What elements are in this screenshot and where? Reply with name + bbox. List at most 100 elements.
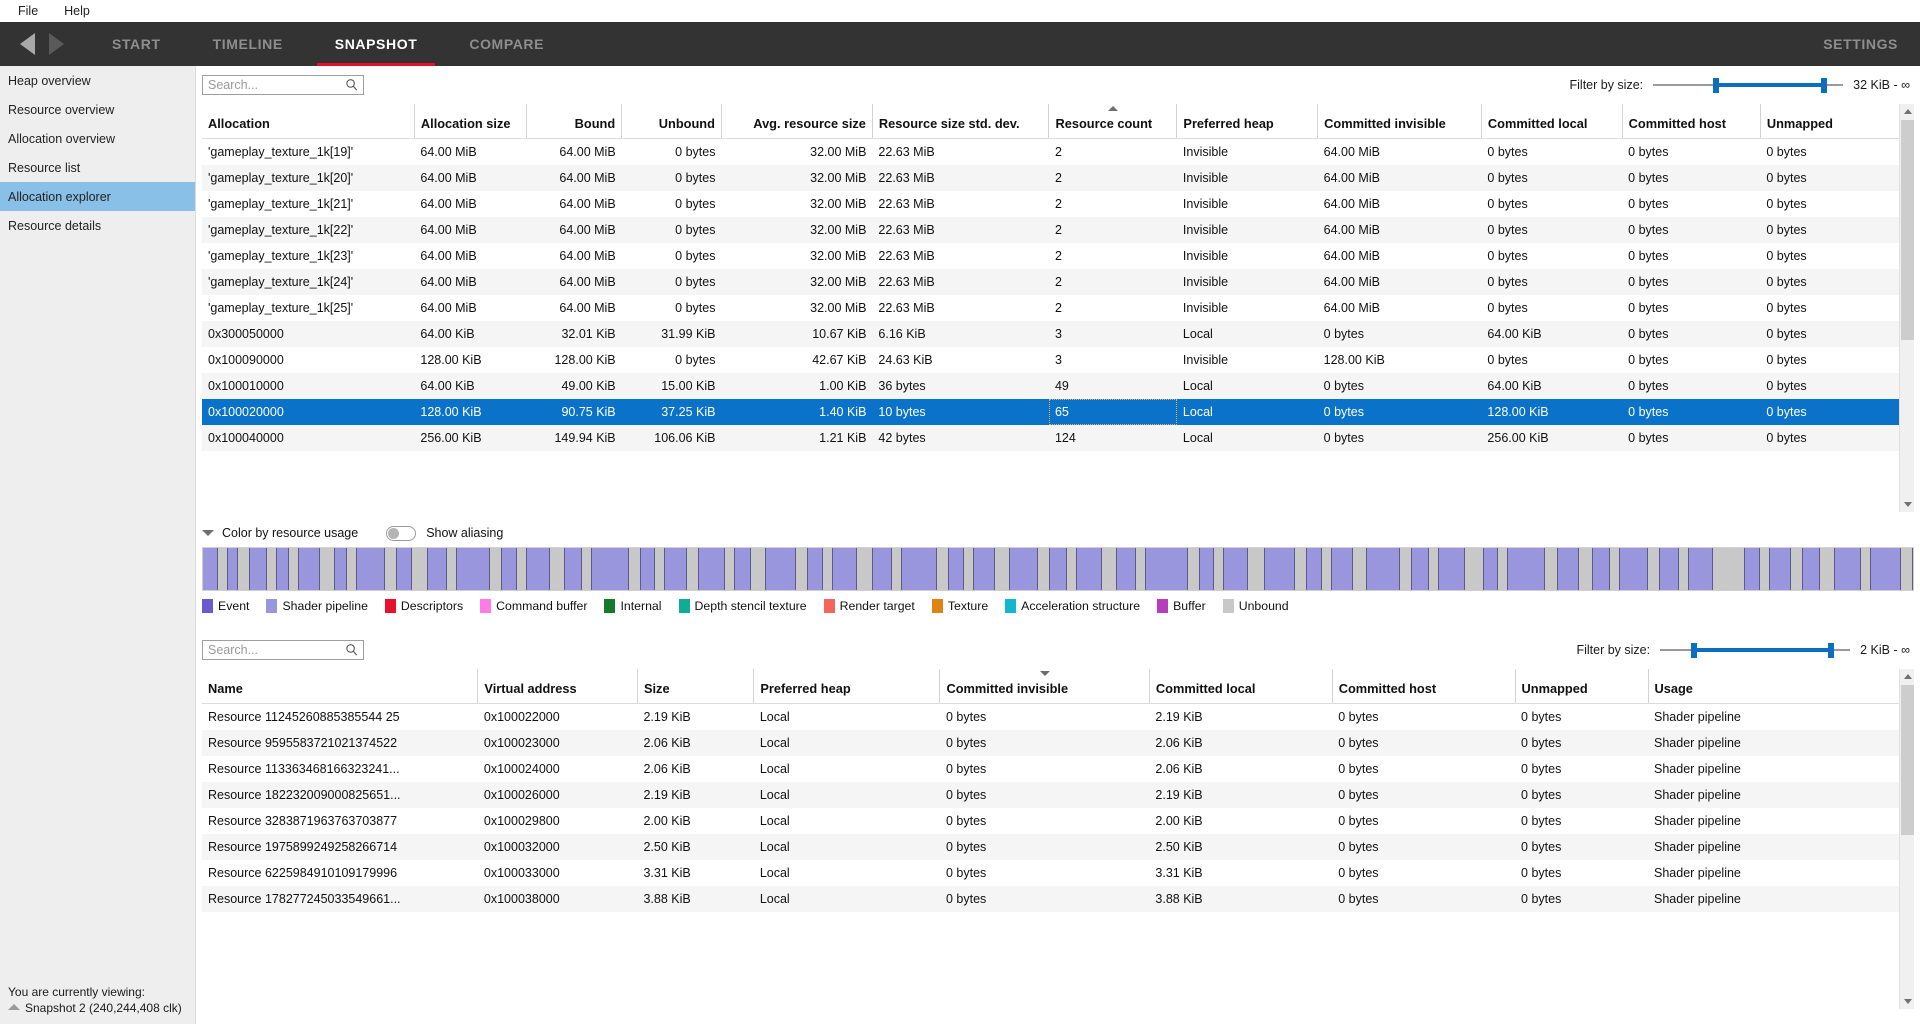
table-cell[interactable]: 2.19 KiB — [1149, 782, 1332, 808]
slider-knob-max[interactable] — [1821, 78, 1827, 93]
table-row[interactable]: 'gameplay_texture_1k[25]'64.00 MiB64.00 … — [202, 295, 1914, 321]
table-cell[interactable]: 0 bytes — [940, 756, 1149, 782]
memory-block[interactable] — [335, 548, 347, 590]
memory-block[interactable] — [974, 548, 995, 590]
table-row[interactable]: Resource 19758992492582667140x1000320002… — [202, 834, 1914, 860]
sidebar-item-resource-list[interactable]: Resource list — [0, 153, 195, 182]
memory-block[interactable] — [1322, 548, 1332, 590]
legend-entry[interactable]: Render target — [824, 599, 915, 613]
memory-block[interactable] — [1901, 548, 1913, 590]
column-header-resource-size-std-dev[interactable]: Resource size std. dev. — [872, 104, 1049, 138]
table-cell[interactable]: 0 bytes — [622, 217, 722, 243]
column-header-committed-local[interactable]: Committed local — [1481, 104, 1622, 138]
resource-search-box[interactable] — [202, 640, 364, 660]
table-cell[interactable]: 15.00 KiB — [622, 373, 722, 399]
table-cell[interactable]: 0 bytes — [1622, 399, 1760, 425]
table-cell[interactable]: 0 bytes — [1760, 243, 1914, 269]
table-row[interactable]: 'gameplay_texture_1k[24]'64.00 MiB64.00 … — [202, 269, 1914, 295]
memory-block[interactable] — [299, 548, 320, 590]
allocation-search-input[interactable] — [203, 76, 363, 94]
table-cell[interactable]: 32.00 MiB — [721, 243, 872, 269]
table-cell[interactable]: 3.88 KiB — [1149, 886, 1332, 912]
memory-block[interactable] — [592, 548, 629, 590]
sidebar-item-allocation-explorer[interactable]: Allocation explorer — [0, 182, 195, 211]
table-cell[interactable]: 0 bytes — [1760, 269, 1914, 295]
memory-block[interactable] — [1200, 548, 1215, 590]
table-cell[interactable]: 32.01 KiB — [527, 321, 622, 347]
table-cell[interactable]: 0 bytes — [1515, 860, 1648, 886]
table-cell[interactable]: 0 bytes — [1760, 295, 1914, 321]
table-cell[interactable]: 1.21 KiB — [721, 425, 872, 451]
table-cell[interactable]: 0 bytes — [1760, 425, 1914, 451]
table-cell[interactable]: 0 bytes — [1622, 243, 1760, 269]
table-cell[interactable]: 2 — [1049, 269, 1177, 295]
table-cell[interactable]: 0 bytes — [1622, 138, 1760, 165]
table-cell[interactable]: 0 bytes — [940, 808, 1149, 834]
memory-block[interactable] — [1146, 548, 1188, 590]
memory-block[interactable] — [1077, 548, 1103, 590]
memory-block[interactable] — [1760, 548, 1770, 590]
menu-help[interactable]: Help — [54, 2, 100, 20]
tab-snapshot[interactable]: SNAPSHOT — [309, 22, 444, 66]
table-row[interactable]: 0x30005000064.00 KiB32.01 KiB31.99 KiB10… — [202, 321, 1914, 347]
table-cell[interactable]: 64.00 MiB — [1318, 269, 1482, 295]
table-cell[interactable]: 64.00 KiB — [414, 373, 527, 399]
table-cell[interactable]: Local — [1177, 425, 1318, 451]
memory-block[interactable] — [949, 548, 964, 590]
memory-block[interactable] — [1558, 548, 1579, 590]
memory-block[interactable] — [1660, 548, 1679, 590]
memory-block[interactable] — [1508, 548, 1545, 590]
resource-search-input[interactable] — [203, 641, 363, 659]
table-cell[interactable]: Invisible — [1177, 191, 1318, 217]
table-cell[interactable]: 64.00 MiB — [1318, 165, 1482, 191]
table-cell[interactable]: 0x100038000 — [478, 886, 638, 912]
table-cell[interactable]: 0x100024000 — [478, 756, 638, 782]
legend-entry[interactable]: Descriptors — [385, 599, 463, 613]
table-cell[interactable]: 2 — [1049, 243, 1177, 269]
memory-block[interactable] — [1010, 548, 1038, 590]
memory-block[interactable] — [629, 548, 641, 590]
column-header-committed-invisible[interactable]: Committed invisible — [1318, 104, 1482, 138]
table-cell[interactable]: 0 bytes — [1622, 191, 1760, 217]
column-header-preferred-heap[interactable]: Preferred heap — [1177, 104, 1318, 138]
table-row[interactable]: 0x10001000064.00 KiB49.00 KiB15.00 KiB1.… — [202, 373, 1914, 399]
memory-block[interactable] — [428, 548, 447, 590]
table-cell[interactable]: 128.00 KiB — [1481, 399, 1622, 425]
table-cell[interactable]: 3.88 KiB — [637, 886, 753, 912]
memory-block[interactable] — [1353, 548, 1368, 590]
table-cell[interactable]: 0 bytes — [622, 165, 722, 191]
settings-button[interactable]: SETTINGS — [1823, 36, 1898, 52]
table-cell[interactable]: 42.67 KiB — [721, 347, 872, 373]
table-cell[interactable]: Shader pipeline — [1648, 886, 1914, 912]
table-cell[interactable]: 'gameplay_texture_1k[25]' — [202, 295, 414, 321]
memory-block[interactable] — [1248, 548, 1265, 590]
memory-block[interactable] — [1117, 548, 1136, 590]
table-cell[interactable]: Shader pipeline — [1648, 782, 1914, 808]
tab-compare[interactable]: COMPARE — [443, 22, 570, 66]
table-cell[interactable]: 0 bytes — [1515, 886, 1648, 912]
scrollbar-thumb[interactable] — [1901, 120, 1914, 340]
table-cell[interactable]: 64.00 MiB — [414, 138, 527, 165]
memory-block[interactable] — [1265, 548, 1295, 590]
memory-block[interactable] — [1307, 548, 1322, 590]
top-size-range-slider[interactable] — [1653, 77, 1843, 93]
table-cell[interactable]: 0 bytes — [1622, 321, 1760, 347]
table-cell[interactable]: Shader pipeline — [1648, 860, 1914, 886]
table-cell[interactable]: 42 bytes — [872, 425, 1049, 451]
table-cell[interactable]: 256.00 KiB — [414, 425, 527, 451]
memory-block[interactable] — [808, 548, 823, 590]
table-cell[interactable]: Local — [754, 834, 940, 860]
table-cell[interactable]: 64.00 KiB — [1481, 321, 1622, 347]
table-cell[interactable]: 2 — [1049, 165, 1177, 191]
table-cell[interactable]: 128.00 KiB — [414, 347, 527, 373]
table-cell[interactable]: 0 bytes — [622, 347, 722, 373]
table-cell[interactable]: 0 bytes — [1622, 217, 1760, 243]
table-cell[interactable]: 32.00 MiB — [721, 138, 872, 165]
table-cell[interactable]: Resource 178277245033549661... — [202, 886, 478, 912]
memory-block[interactable] — [1803, 548, 1820, 590]
table-row[interactable]: 'gameplay_texture_1k[20]'64.00 MiB64.00 … — [202, 165, 1914, 191]
table-cell[interactable]: 32.00 MiB — [721, 217, 872, 243]
table-row[interactable]: Resource 32838719637637038770x1000298002… — [202, 808, 1914, 834]
table-cell[interactable]: 0x100029800 — [478, 808, 638, 834]
table-row[interactable]: 0x100020000128.00 KiB90.75 KiB37.25 KiB1… — [202, 399, 1914, 425]
